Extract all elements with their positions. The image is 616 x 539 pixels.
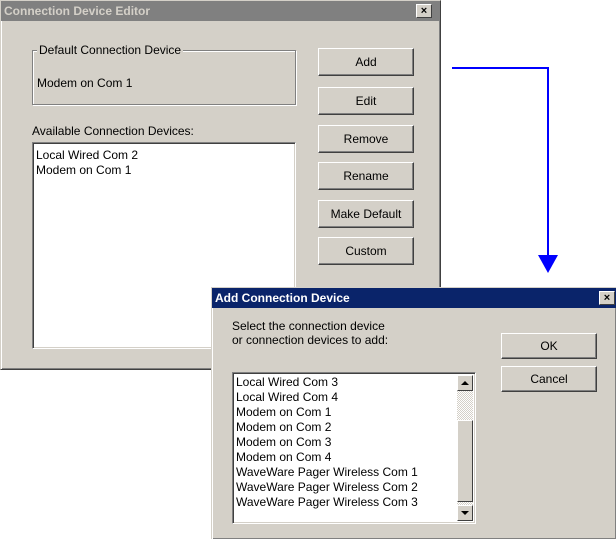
add-dialog-instruction-line1: Select the connection device xyxy=(232,319,385,333)
available-devices-label: Available Connection Devices: xyxy=(32,124,194,138)
list-item[interactable]: WaveWare Pager Wireless Com 1 xyxy=(233,465,475,480)
add-connection-device-dialog: Add Connection Device × Select the conne… xyxy=(211,287,616,539)
add-button[interactable]: Add xyxy=(318,48,414,76)
add-dialog-close-icon[interactable]: × xyxy=(599,291,615,305)
remove-button[interactable]: Remove xyxy=(318,125,414,153)
flow-arrow-icon xyxy=(452,67,558,273)
editor-title-bar[interactable]: Connection Device Editor xyxy=(1,1,440,21)
make-default-button[interactable]: Make Default xyxy=(318,200,414,228)
add-list-scrollbar[interactable] xyxy=(457,375,473,521)
list-item[interactable]: WaveWare Pager Wireless Com 3 xyxy=(233,495,475,510)
edit-button[interactable]: Edit xyxy=(318,87,414,115)
list-item[interactable]: Local Wired Com 3 xyxy=(233,375,475,390)
list-item[interactable]: Modem on Com 3 xyxy=(233,435,475,450)
list-item[interactable]: Modem on Com 1 xyxy=(33,163,295,178)
default-device-group-label: Default Connection Device xyxy=(37,43,184,57)
list-item[interactable]: Modem on Com 2 xyxy=(233,420,475,435)
ok-button[interactable]: OK xyxy=(501,333,597,359)
add-devices-list[interactable]: Local Wired Com 3 Local Wired Com 4 Mode… xyxy=(232,372,476,524)
add-dialog-instruction-line2: or connection devices to add: xyxy=(232,333,389,347)
custom-button[interactable]: Custom xyxy=(318,237,414,265)
editor-close-icon[interactable]: × xyxy=(416,4,432,18)
cancel-button[interactable]: Cancel xyxy=(501,366,597,392)
default-device-value: Modem on Com 1 xyxy=(37,76,133,90)
scrollbar-thumb[interactable] xyxy=(457,420,473,502)
editor-title: Connection Device Editor xyxy=(4,4,151,18)
scroll-up-arrow-icon[interactable] xyxy=(457,375,473,391)
add-dialog-title-bar[interactable]: Add Connection Device xyxy=(212,288,616,308)
rename-button[interactable]: Rename xyxy=(318,162,414,190)
scroll-down-arrow-icon[interactable] xyxy=(457,505,473,521)
add-dialog-title: Add Connection Device xyxy=(215,291,350,305)
list-item[interactable]: WaveWare Pager Wireless Com 2 xyxy=(233,480,475,495)
list-item[interactable]: Local Wired Com 4 xyxy=(233,390,475,405)
list-item[interactable]: Local Wired Com 2 xyxy=(33,148,295,163)
list-item[interactable]: Modem on Com 1 xyxy=(233,405,475,420)
list-item[interactable]: Modem on Com 4 xyxy=(233,450,475,465)
